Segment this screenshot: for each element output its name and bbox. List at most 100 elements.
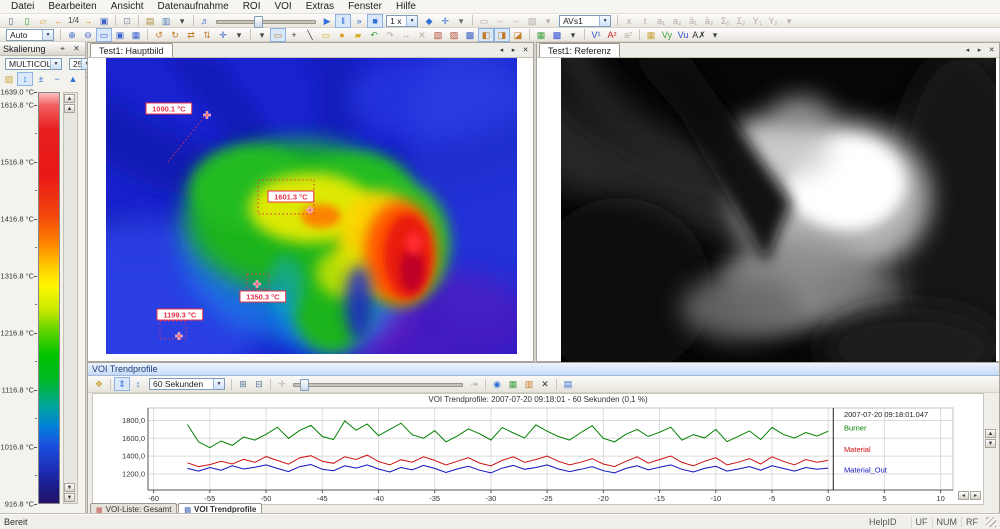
voi-delete-icon[interactable]: A✗ bbox=[691, 28, 707, 42]
tab-prev-icon[interactable]: ◂ bbox=[496, 44, 507, 55]
next-view-icon[interactable]: → bbox=[80, 14, 96, 28]
zoom-out-icon[interactable]: ⊖ bbox=[80, 28, 96, 42]
scale-max-adjust-icon[interactable]: ± bbox=[33, 72, 49, 86]
interval-combo[interactable]: 60 Sekunden▼ bbox=[149, 378, 225, 390]
splitter-up-icon[interactable]: ▲ bbox=[985, 429, 996, 438]
tab-referenz[interactable]: Test1: Referenz bbox=[539, 43, 620, 57]
roi-copy-icon[interactable]: ▧ bbox=[430, 28, 446, 42]
tab-close-icon[interactable]: ✕ bbox=[986, 44, 997, 55]
flip-vertical-icon[interactable]: ⇅ bbox=[199, 28, 215, 42]
tab-close-icon[interactable]: ✕ bbox=[520, 44, 531, 55]
add-polygon-icon[interactable]: ▰ bbox=[350, 28, 366, 42]
scale-up-arrow-icon[interactable]: ▲ bbox=[64, 94, 75, 103]
scale-scrollbar[interactable]: ▲ ▲ ▼ ▼ bbox=[63, 92, 78, 504]
pause-icon[interactable]: ‖ bbox=[335, 14, 351, 28]
menu-item-bearbeiten[interactable]: Bearbeiten bbox=[41, 0, 103, 13]
flip-horizontal-icon[interactable]: ⇄ bbox=[183, 28, 199, 42]
tab-prev-icon[interactable]: ◂ bbox=[962, 44, 973, 55]
trend-zoom-in-icon[interactable]: ⊞ bbox=[235, 377, 251, 391]
menu-item-fenster[interactable]: Fenster bbox=[341, 0, 389, 13]
export-chart-icon[interactable]: ▥ bbox=[521, 377, 537, 391]
voi-box-dropdown-icon[interactable]: ▾ bbox=[565, 28, 581, 42]
add-point-icon[interactable]: + bbox=[286, 28, 302, 42]
full-image-icon[interactable]: ▦ bbox=[128, 28, 144, 42]
rotate-right-icon[interactable]: ↻ bbox=[167, 28, 183, 42]
stop-icon[interactable]: ■ bbox=[367, 14, 383, 28]
fast-forward-icon[interactable]: » bbox=[351, 14, 367, 28]
palette-mode-combo[interactable]: Auto▼ bbox=[6, 29, 54, 41]
voi-new-icon[interactable]: V¹ bbox=[588, 28, 604, 42]
splitter-right-icon[interactable]: ▸ bbox=[970, 491, 981, 500]
pin-icon[interactable]: ⌖ bbox=[57, 44, 68, 54]
trend-fixed-scale-icon[interactable]: ↕ bbox=[130, 377, 146, 391]
menu-item-extras[interactable]: Extras bbox=[299, 0, 341, 13]
roi-list-icon[interactable]: ▩ bbox=[462, 28, 478, 42]
palette-combo[interactable]: MULTICOLOR ▼ bbox=[5, 58, 62, 70]
original-size-icon[interactable]: ▣ bbox=[112, 28, 128, 42]
avs-combo[interactable]: AVs1▼ bbox=[559, 15, 611, 27]
voi-dropdown-icon[interactable]: ▾ bbox=[707, 28, 723, 42]
speed-combo[interactable]: 1 x▼ bbox=[386, 15, 418, 27]
audio-icon[interactable]: ♬ bbox=[197, 14, 213, 28]
new-document-icon[interactable]: ▯ bbox=[3, 14, 19, 28]
voi-hide-icon[interactable]: Vu bbox=[675, 28, 691, 42]
tab-next-icon[interactable]: ▸ bbox=[974, 44, 985, 55]
trend-autoscale-icon[interactable]: ⇕ bbox=[114, 377, 130, 391]
reference-image[interactable] bbox=[561, 58, 996, 363]
roi-dropdown-icon[interactable]: ▾ bbox=[254, 28, 270, 42]
thermal-image[interactable]: 1090.1 °C1601.3 °C1350.3 °C1199.3 °C bbox=[106, 58, 517, 354]
voi-edit-icon[interactable]: A² bbox=[604, 28, 620, 42]
add-ellipse-icon[interactable]: ● bbox=[334, 28, 350, 42]
select-roi-icon[interactable]: ▭ bbox=[270, 28, 286, 42]
scale-shift-up-icon[interactable]: ▲ bbox=[65, 72, 81, 86]
position-slider[interactable] bbox=[216, 16, 316, 26]
view-dropdown-icon[interactable]: ▾ bbox=[231, 28, 247, 42]
menu-item-datenaufnahme[interactable]: Datenaufnahme bbox=[151, 0, 236, 13]
play-dropdown-icon[interactable]: ▾ bbox=[453, 14, 469, 28]
voi-select-icon[interactable]: ❖ bbox=[91, 377, 107, 391]
tab-next-icon[interactable]: ▸ bbox=[508, 44, 519, 55]
chevron-down-icon[interactable]: ▼ bbox=[599, 16, 610, 26]
new-report-icon[interactable]: ▯ bbox=[19, 14, 35, 28]
report-icon[interactable]: ▥ bbox=[158, 14, 174, 28]
splitter-down-icon[interactable]: ▼ bbox=[985, 439, 996, 448]
autoscale-icon[interactable]: ↕ bbox=[17, 72, 33, 86]
prev-view-icon[interactable]: ← bbox=[51, 14, 67, 28]
trend-zoom-out-icon[interactable]: ⊟ bbox=[251, 377, 267, 391]
fit-window-icon[interactable]: ▭ bbox=[96, 28, 112, 42]
pan-icon[interactable]: ✛ bbox=[215, 28, 231, 42]
chevron-down-icon[interactable]: ▼ bbox=[406, 16, 417, 26]
trend-chart[interactable]: VOI Trendprofile: 2007-07-20 09:18:01 - … bbox=[92, 393, 984, 505]
tab-hauptbild[interactable]: Test1: Hauptbild bbox=[90, 43, 173, 57]
show-values-icon[interactable]: ◉ bbox=[489, 377, 505, 391]
play-icon[interactable]: ▶ bbox=[319, 14, 335, 28]
menu-item-roi[interactable]: ROI bbox=[236, 0, 268, 13]
menu-item-ansicht[interactable]: Ansicht bbox=[104, 0, 151, 13]
palette-edit-icon[interactable]: ▨ bbox=[1, 72, 17, 86]
rotate-left-icon[interactable]: ↺ bbox=[151, 28, 167, 42]
zoom-in-icon[interactable]: ⊕ bbox=[64, 28, 80, 42]
add-line-icon[interactable]: ╲ bbox=[302, 28, 318, 42]
roi-prev-icon[interactable]: ◧ bbox=[478, 28, 494, 42]
menu-item-hilfe[interactable]: Hilfe bbox=[389, 0, 423, 13]
copy-image-icon[interactable]: ⊡ bbox=[119, 14, 135, 28]
scale-down-arrow-icon[interactable]: ▼ bbox=[64, 493, 75, 502]
save-icon[interactable]: ▣ bbox=[96, 14, 112, 28]
scale-up2-arrow-icon[interactable]: ▲ bbox=[64, 104, 75, 113]
roi-paste-icon[interactable]: ▨ bbox=[446, 28, 462, 42]
position-slider-thumb[interactable] bbox=[254, 16, 263, 28]
splitter-left-icon[interactable]: ◂ bbox=[958, 491, 969, 500]
clear-trend-icon[interactable]: ✕ bbox=[537, 377, 553, 391]
roi-undo-icon[interactable]: ↶ bbox=[366, 28, 382, 42]
voi-table-icon[interactable]: ▦ bbox=[643, 28, 659, 42]
close-icon[interactable]: ✕ bbox=[71, 44, 82, 53]
chevron-down-icon[interactable]: ▼ bbox=[213, 379, 224, 389]
time-slider[interactable] bbox=[293, 379, 463, 389]
file-dropdown-icon[interactable]: ▾ bbox=[174, 14, 190, 28]
print-trend-icon[interactable]: ▤ bbox=[560, 377, 576, 391]
add-rect-icon[interactable]: ▭ bbox=[318, 28, 334, 42]
scale-min-adjust-icon[interactable]: − bbox=[49, 72, 65, 86]
goto-end-icon[interactable]: ✛ bbox=[437, 14, 453, 28]
open-folder-icon[interactable]: ▱ bbox=[35, 14, 51, 28]
scale-down2-arrow-icon[interactable]: ▼ bbox=[64, 483, 75, 492]
